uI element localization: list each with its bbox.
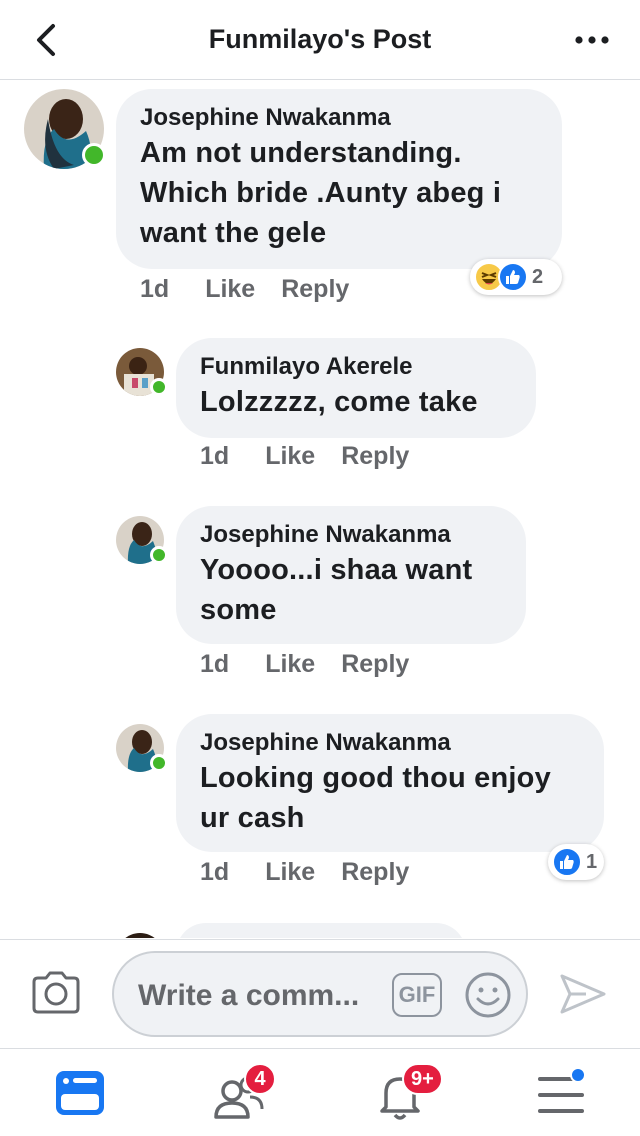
comment-text-line: Yoooo...i shaa want [200,554,473,586]
avatar[interactable] [116,724,168,772]
news-feed-icon [56,1071,104,1115]
reaction-summary[interactable]: 2 [470,259,562,295]
like-button[interactable]: Like [265,650,315,679]
reply-item [0,921,640,938]
comment-timestamp: 1d [140,275,170,303]
reply-button[interactable]: Reply [341,858,409,887]
emoji-button[interactable] [464,971,512,1019]
comment-placeholder: Write a comm... [138,979,360,1012]
comment-bubble[interactable]: Josephine Nwakanma Am not understanding.… [116,89,562,269]
like-button[interactable]: Like [265,858,315,887]
online-status-dot [150,378,168,396]
avatar[interactable] [116,933,164,938]
comment-text-line: Looking good thou enjoy [200,762,551,794]
comment-actions: 1d Like Reply [200,650,409,679]
comment-text-line: some [200,594,277,626]
comment-bubble[interactable]: Josephine Nwakanma Yoooo...i shaa want s… [176,506,526,644]
reply-button[interactable]: Reply [341,442,409,471]
comment-author[interactable]: Josephine Nwakanma [200,520,502,550]
reply-item: Funmilayo Akerele Lolzzzzz, come take 1d… [0,336,640,486]
comment-author[interactable]: Josephine Nwakanma [140,103,538,133]
avatar[interactable] [24,89,106,169]
more-dots-icon [575,36,609,44]
reaction-summary[interactable]: 1 [548,844,604,880]
send-button[interactable] [556,968,608,1020]
comment-bubble[interactable]: Josephine Nwakanma Looking good thou enj… [176,714,604,852]
comment-text-line: Lolzzzzz, come take [200,386,478,418]
reply-item: Josephine Nwakanma Yoooo...i shaa want s… [0,504,640,694]
comment-timestamp: 1d [200,442,230,470]
nav-news-feed[interactable] [52,1067,112,1123]
comment-bubble[interactable]: Funmilayo Akerele Lolzzzzz, come take [176,338,536,438]
comment-text-line: ur cash [200,802,305,834]
comment-input[interactable]: Write a comm... GIF [112,951,528,1037]
comment-actions: 1d Like Reply [200,858,409,887]
notifications-badge: 9+ [402,1063,443,1095]
like-button[interactable]: Like [265,442,315,471]
bottom-navigation: 4 9+ [0,1048,640,1136]
reaction-count: 2 [532,265,544,288]
smiley-icon [465,972,511,1018]
online-status-dot [82,143,106,167]
nav-notifications[interactable]: 9+ [372,1063,443,1123]
camera-icon [32,971,80,1014]
like-icon [552,847,582,877]
online-status-dot [150,754,168,772]
comment-item: Josephine Nwakanma Am not understanding.… [0,81,640,321]
like-icon [498,262,528,292]
reply-button[interactable]: Reply [281,275,349,304]
friends-badge: 4 [244,1063,276,1095]
avatar[interactable] [116,348,168,396]
comment-composer: Write a comm... GIF [0,939,640,1047]
comment-actions: 1d Like Reply [200,442,409,471]
nav-menu[interactable] [534,1067,594,1123]
comment-actions: 1d Like Reply [140,275,349,304]
reply-button[interactable]: Reply [341,650,409,679]
comment-text-line: Which bride .Aunty abeg i [140,177,502,209]
comment-timestamp: 1d [200,858,230,886]
page-title: Funmilayo's Post [208,24,432,54]
gif-button[interactable]: GIF [392,973,442,1017]
avatar[interactable] [116,516,168,564]
comment-timestamp: 1d [200,650,230,678]
comment-author[interactable]: Josephine Nwakanma [200,728,580,758]
comment-text-line: Am not understanding. [140,137,462,169]
comment-list[interactable]: Josephine Nwakanma Am not understanding.… [0,81,640,938]
comment-bubble[interactable] [176,923,466,938]
comment-text-line: want the gele [140,217,327,249]
reaction-count: 1 [586,850,598,873]
menu-icon [538,1067,586,1113]
online-status-dot [150,546,168,564]
send-icon [560,974,606,1014]
camera-button[interactable] [30,970,82,1016]
comment-author[interactable]: Funmilayo Akerele [200,352,512,382]
post-header: Funmilayo's Post [0,0,640,80]
reply-item: Josephine Nwakanma Looking good thou enj… [0,712,640,902]
nav-friends[interactable]: 4 [210,1063,276,1123]
like-button[interactable]: Like [205,275,255,304]
more-options-button[interactable] [572,22,612,58]
